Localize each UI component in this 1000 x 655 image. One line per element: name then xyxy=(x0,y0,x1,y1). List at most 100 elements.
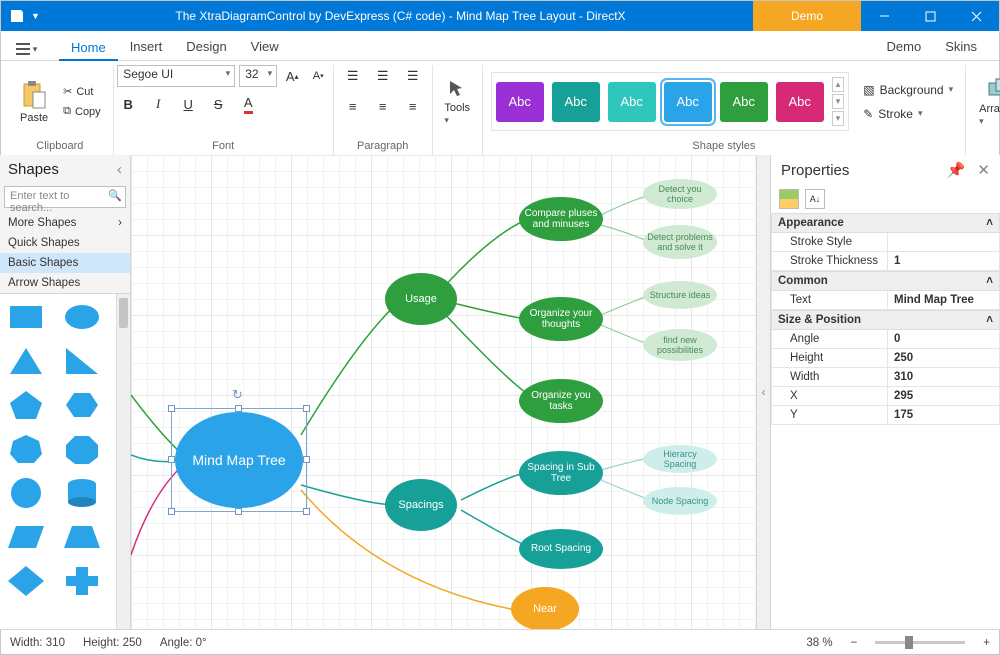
prop-stroke-style[interactable]: Stroke Style xyxy=(771,233,1000,252)
node-organize-thoughts[interactable]: Organize your thoughts xyxy=(519,297,603,341)
gallery-more-button[interactable]: ▾ xyxy=(832,111,845,126)
shape-trapezoid[interactable] xyxy=(62,520,102,554)
underline-button[interactable]: U xyxy=(177,93,199,115)
shape-rectangle[interactable] xyxy=(6,300,46,334)
node-node-spacing[interactable]: Node Spacing xyxy=(643,487,717,515)
cat-basic-shapes[interactable]: Basic Shapes xyxy=(0,253,130,273)
arrange-button[interactable]: Arrange xyxy=(974,74,1000,130)
tab-view[interactable]: View xyxy=(239,33,291,60)
qat-dropdown-icon[interactable]: ▼ xyxy=(31,11,40,21)
tab-design[interactable]: Design xyxy=(174,33,238,60)
prop-y[interactable]: Y175 xyxy=(771,406,1000,425)
properties-collapse-bar[interactable]: ‹ xyxy=(756,155,770,629)
shrink-font-button[interactable]: A▾ xyxy=(307,65,329,87)
node-root[interactable]: Mind Map Tree xyxy=(175,412,303,508)
group-common[interactable]: Common˄ xyxy=(771,271,1000,291)
background-button[interactable]: ▧Background xyxy=(859,81,957,99)
node-near[interactable]: Near xyxy=(511,587,579,629)
bold-button[interactable]: B xyxy=(117,93,139,115)
shape-triangle[interactable] xyxy=(6,344,46,378)
node-structure[interactable]: Structure ideas xyxy=(643,281,717,309)
close-button[interactable] xyxy=(953,1,999,31)
shape-pentagon[interactable] xyxy=(6,388,46,422)
shape-heptagon[interactable] xyxy=(6,432,46,466)
node-compare[interactable]: Compare pluses and minuses xyxy=(519,197,603,241)
gallery-down-button[interactable]: ▾ xyxy=(832,94,845,109)
node-root-spacing[interactable]: Root Spacing xyxy=(519,529,603,569)
font-size-combo[interactable]: 32 xyxy=(239,65,277,87)
style-swatch-3[interactable]: Abc xyxy=(608,82,656,122)
alphabetical-view-button[interactable]: A↓ xyxy=(805,189,825,209)
shape-ellipse[interactable] xyxy=(62,300,102,334)
shape-cross[interactable] xyxy=(62,564,102,598)
tab-skins[interactable]: Skins xyxy=(933,33,989,60)
node-sub-spacing[interactable]: Spacing in Sub Tree xyxy=(519,451,603,495)
zoom-in-button[interactable]: + xyxy=(983,637,990,649)
font-family-combo[interactable]: Segoe UI xyxy=(117,65,235,87)
tab-insert[interactable]: Insert xyxy=(118,33,175,60)
grow-font-button[interactable]: A▴ xyxy=(281,65,303,87)
prop-height[interactable]: Height250 xyxy=(771,349,1000,368)
demo-button[interactable]: Demo xyxy=(753,1,861,31)
shape-right-triangle[interactable] xyxy=(62,344,102,378)
shape-can[interactable] xyxy=(62,476,102,510)
gallery-up-button[interactable]: ▴ xyxy=(832,77,845,92)
collapse-shapes-icon[interactable]: ‹ xyxy=(117,161,122,178)
group-size-position[interactable]: Size & Position˄ xyxy=(771,310,1000,330)
align-left-button[interactable]: ≡ xyxy=(342,95,364,117)
maximize-button[interactable] xyxy=(907,1,953,31)
paste-button[interactable]: Paste xyxy=(15,77,53,127)
shape-decagon[interactable] xyxy=(6,476,46,510)
prop-stroke-thickness[interactable]: Stroke Thickness1 xyxy=(771,252,1000,271)
style-swatch-4[interactable]: Abc xyxy=(664,82,712,122)
prop-x[interactable]: X295 xyxy=(771,387,1000,406)
node-detect-choice[interactable]: Detect you choice xyxy=(643,179,717,209)
style-swatch-5[interactable]: Abc xyxy=(720,82,768,122)
align-bottom-button[interactable]: ☰ xyxy=(402,65,424,87)
stroke-button[interactable]: ✎Stroke xyxy=(859,105,957,123)
strike-button[interactable]: S xyxy=(207,93,229,115)
file-menu-button[interactable]: ▾ xyxy=(11,38,41,60)
group-appearance[interactable]: Appearance˄ xyxy=(771,213,1000,233)
align-middle-button[interactable]: ☰ xyxy=(372,65,394,87)
zoom-out-button[interactable]: − xyxy=(851,637,858,649)
shape-diamond[interactable] xyxy=(6,564,46,598)
node-possibilities[interactable]: find new possibilities xyxy=(643,329,717,361)
tab-demo[interactable]: Demo xyxy=(875,33,934,60)
node-spacings[interactable]: Spacings xyxy=(385,479,457,531)
categorized-view-button[interactable] xyxy=(779,189,799,209)
style-swatch-6[interactable]: Abc xyxy=(776,82,824,122)
shapes-search-input[interactable]: Enter text to search... xyxy=(4,186,126,208)
align-top-button[interactable]: ☰ xyxy=(342,65,364,87)
shape-parallelogram[interactable] xyxy=(6,520,46,554)
node-organize-tasks[interactable]: Organize you tasks xyxy=(519,379,603,423)
save-icon[interactable] xyxy=(9,8,25,24)
copy-button[interactable]: ⧉Copy xyxy=(59,103,105,120)
shape-octagon[interactable] xyxy=(62,432,102,466)
tab-home[interactable]: Home xyxy=(59,34,118,61)
prop-text[interactable]: TextMind Map Tree xyxy=(771,291,1000,310)
zoom-slider[interactable] xyxy=(875,641,965,644)
cat-quick-shapes[interactable]: Quick Shapes xyxy=(0,233,130,253)
prop-width[interactable]: Width310 xyxy=(771,368,1000,387)
style-swatch-1[interactable]: Abc xyxy=(496,82,544,122)
node-usage[interactable]: Usage xyxy=(385,273,457,325)
close-properties-icon[interactable]: ✕ xyxy=(977,161,990,179)
minimize-button[interactable] xyxy=(861,1,907,31)
shape-hexagon[interactable] xyxy=(62,388,102,422)
cat-more-shapes[interactable]: More Shapes› xyxy=(0,213,130,233)
tools-button[interactable]: Tools xyxy=(439,75,475,129)
style-swatch-2[interactable]: Abc xyxy=(552,82,600,122)
font-color-button[interactable]: A xyxy=(237,93,259,115)
align-right-button[interactable]: ≡ xyxy=(402,95,424,117)
align-center-button[interactable]: ≡ xyxy=(372,95,394,117)
cut-button[interactable]: ✂Cut xyxy=(59,83,105,100)
prop-angle[interactable]: Angle0 xyxy=(771,330,1000,349)
gallery-scrollbar[interactable] xyxy=(116,294,130,629)
pin-icon[interactable]: 📌 xyxy=(947,161,966,179)
cat-arrow-shapes[interactable]: Arrow Shapes xyxy=(0,273,130,293)
node-detect-problems[interactable]: Detect problems and solve it xyxy=(643,225,717,259)
canvas[interactable]: Mind Map Tree ↻ Usage Spacings Near Comp… xyxy=(131,155,756,629)
node-hierarchy[interactable]: Hierarcy Spacing xyxy=(643,445,717,473)
italic-button[interactable]: I xyxy=(147,93,169,115)
